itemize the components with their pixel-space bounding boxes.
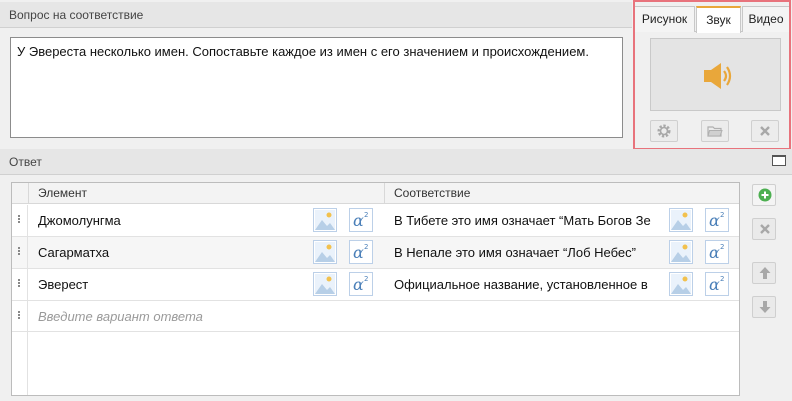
alpha-squared-icon: α 2 [353,243,368,262]
table-row: Эверест α 2 Официальное название, устано… [12,269,739,301]
row-gutter [12,332,28,395]
drag-handle[interactable] [12,269,28,300]
maximize-icon[interactable] [772,155,786,166]
image-icon [671,274,691,294]
media-delete-button[interactable] [751,120,779,142]
speaker-icon [704,63,732,89]
svg-text:2: 2 [720,211,724,219]
media-open-button[interactable] [701,120,729,142]
new-answer-row[interactable]: Введите вариант ответа [12,301,739,332]
insert-image-button[interactable] [669,272,693,296]
media-settings-button[interactable] [650,120,678,142]
insert-formula-button[interactable]: α 2 [705,272,729,296]
image-icon [671,210,691,230]
row-element-text[interactable]: Сагарматха [38,237,308,268]
close-icon [760,224,770,234]
row-match-text[interactable]: В Тибете это имя означает “Мать Богов Зе [394,205,665,236]
insert-image-button[interactable] [313,272,337,296]
table-row: Джомолунгма α 2 В Тибете это имя означае… [12,205,739,237]
arrow-down-icon [759,301,771,313]
alpha-squared-icon: α 2 [709,275,724,294]
insert-image-button[interactable] [669,208,693,232]
tab-video[interactable]: Видео [742,6,789,32]
image-icon [671,242,691,262]
close-icon [760,126,770,136]
media-tabs: Рисунок Звук Видео [635,2,789,33]
svg-text:2: 2 [720,243,724,251]
drag-handle[interactable] [12,205,28,236]
gear-icon [657,124,671,138]
insert-formula-button[interactable]: α 2 [349,240,373,264]
insert-formula-button[interactable]: α 2 [349,272,373,296]
question-panel: Вопрос на соответствие У Эвереста нескол… [0,0,632,146]
insert-formula-button[interactable]: α 2 [705,208,729,232]
answer-header-label: Ответ [9,155,42,169]
row-match-text[interactable]: В Непале это имя означает “Лоб Небес” [394,237,665,268]
new-answer-placeholder[interactable]: Введите вариант ответа [38,301,203,332]
svg-text:α: α [709,211,720,230]
alpha-squared-icon: α 2 [709,211,724,230]
insert-image-button[interactable] [313,208,337,232]
column-header-element[interactable]: Элемент [28,183,384,204]
drag-handle[interactable] [12,237,28,268]
column-header-match[interactable]: Соответствие [384,183,739,204]
sound-preview[interactable] [650,38,781,111]
row-element-text[interactable]: Джомолунгма [38,205,308,236]
svg-text:2: 2 [364,275,368,283]
media-panel: Рисунок Звук Видео [633,0,791,150]
row-match-text[interactable]: Официальное название, установленное в [394,269,665,300]
answer-header: Ответ [0,149,792,175]
answer-table: Элемент Соответствие Джомолунгма α 2 В Т… [11,182,740,396]
svg-text:α: α [709,275,720,294]
drag-handle [12,301,28,332]
insert-formula-button[interactable]: α 2 [349,208,373,232]
tab-sound[interactable]: Звук [696,6,741,33]
svg-text:α: α [353,243,364,262]
alpha-squared-icon: α 2 [353,211,368,230]
table-header: Элемент Соответствие [12,183,739,204]
alpha-squared-icon: α 2 [709,243,724,262]
question-header: Вопрос на соответствие [0,2,632,28]
insert-image-button[interactable] [313,240,337,264]
insert-formula-button[interactable]: α 2 [705,240,729,264]
folder-icon [707,126,723,137]
insert-image-button[interactable] [669,240,693,264]
move-up-button[interactable] [752,262,776,284]
arrow-up-icon [759,267,771,279]
move-down-button[interactable] [752,296,776,318]
svg-text:α: α [353,211,364,230]
table-row: Сагарматха α 2 В Непале это имя означает… [12,237,739,269]
svg-text:2: 2 [364,243,368,251]
delete-row-button[interactable] [752,218,776,240]
alpha-squared-icon: α 2 [353,275,368,294]
image-icon [315,242,335,262]
tab-picture[interactable]: Рисунок [635,6,695,32]
plus-circle-icon [758,188,772,202]
image-icon [315,210,335,230]
svg-text:2: 2 [720,275,724,283]
question-text-field[interactable]: У Эвереста несколько имен. Сопоставьте к… [10,37,623,138]
row-element-text[interactable]: Эверест [38,269,308,300]
svg-text:α: α [709,243,720,262]
add-row-button[interactable] [752,184,776,206]
image-icon [315,274,335,294]
svg-text:2: 2 [364,211,368,219]
svg-text:α: α [353,275,364,294]
